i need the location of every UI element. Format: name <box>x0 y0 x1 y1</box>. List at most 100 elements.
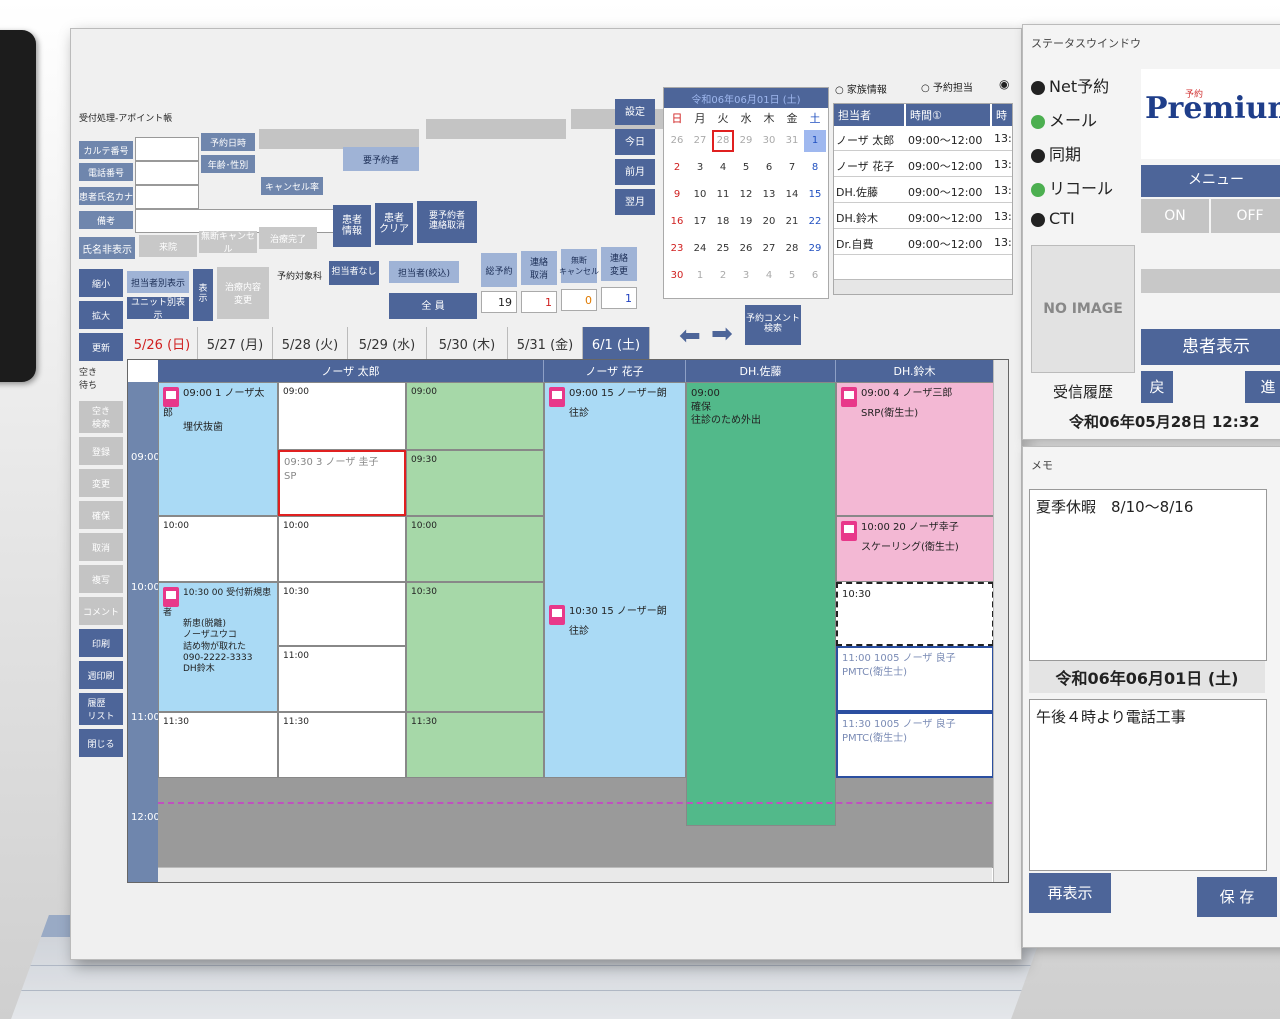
calendar-day[interactable]: 3 <box>689 157 711 179</box>
time-slot[interactable]: 10:00 <box>406 516 544 582</box>
sidebar-button-11[interactable]: 印刷 <box>79 629 123 657</box>
calendar-day[interactable]: 25 <box>712 238 734 260</box>
calendar-day[interactable]: 28 <box>712 130 734 152</box>
calendar-day[interactable]: 11 <box>712 184 734 206</box>
refresh-button[interactable]: 再表示 <box>1029 873 1111 913</box>
today-button[interactable]: 今日 <box>615 129 655 155</box>
care-patient-button[interactable]: 要予約者 <box>343 147 419 171</box>
prev-arrow-icon[interactable]: ⬅ <box>679 321 701 351</box>
sidebar-button-5[interactable]: 登録 <box>79 437 123 465</box>
time-slot[interactable]: 11:00 <box>278 646 406 712</box>
calendar-day[interactable]: 15 <box>804 184 826 206</box>
grid-vertical-scrollbar[interactable] <box>993 360 1008 882</box>
time-slot[interactable]: 11:30 <box>278 712 406 778</box>
appointment-block[interactable]: 09:00 4 ノーザ三郎 SRP(衛生士) <box>836 382 994 516</box>
sidebar-button-6[interactable]: 変更 <box>79 469 123 497</box>
sidebar-button-7[interactable]: 確保 <box>79 501 123 529</box>
appointment-block-selected[interactable]: 09:30 3 ノーザ 圭子 SP <box>278 450 406 516</box>
tab-date-5[interactable]: 5/31 (金) <box>508 327 583 359</box>
appointment-block[interactable]: 11:30 1005 ノーザ 良子 PMTC(衛生士) <box>836 712 994 778</box>
staff-row[interactable]: ノーザ 太郎 09:00～12:00 13: <box>834 128 1012 151</box>
calendar-day[interactable]: 31 <box>781 130 803 152</box>
sidebar-button-14[interactable]: 閉じる <box>79 729 123 757</box>
sidebar-button-0[interactable]: 縮小 <box>79 269 123 297</box>
tab-date-1[interactable]: 5/27 (月) <box>198 327 273 359</box>
chart-no-input[interactable] <box>135 137 199 161</box>
patient-info-button[interactable]: 患者 情報 <box>333 205 371 247</box>
sidebar-button-13[interactable]: 履歴 リスト <box>79 693 123 725</box>
sidebar-button-3[interactable]: 空き 待ち <box>79 365 123 397</box>
calendar-day[interactable]: 10 <box>689 184 711 206</box>
sidebar-button-10[interactable]: コメント <box>79 597 123 625</box>
time-slot[interactable]: 10:00 <box>158 516 278 582</box>
display-toggle-button[interactable]: 表 示 <box>193 269 213 321</box>
time-slot[interactable]: 11:30 <box>406 712 544 778</box>
calendar-day[interactable]: 30 <box>666 265 688 287</box>
staff-view-button[interactable]: 担当者別表示 <box>127 271 189 293</box>
booking-staff-radio[interactable]: ○ 予約担当 <box>921 79 973 94</box>
calendar-day[interactable]: 24 <box>689 238 711 260</box>
time-slot[interactable]: 11:30 <box>158 712 278 778</box>
no-show-cancel-button[interactable]: 無断キャンセル <box>199 231 257 255</box>
calendar-day[interactable]: 30 <box>758 130 780 152</box>
calendar-day[interactable]: 29 <box>804 238 826 260</box>
sidebar-button-1[interactable]: 拡大 <box>79 301 123 329</box>
settings-button[interactable]: 設定 <box>615 99 655 125</box>
sidebar-button-12[interactable]: 週印刷 <box>79 661 123 689</box>
calendar-day[interactable]: 2 <box>666 157 688 179</box>
save-button[interactable]: 保 存 <box>1197 877 1277 917</box>
calendar-day[interactable]: 27 <box>689 130 711 152</box>
grid-horizontal-scrollbar[interactable] <box>158 867 992 882</box>
back-button[interactable]: 戻 <box>1141 371 1173 403</box>
calendar-day[interactable]: 17 <box>689 211 711 233</box>
staff-table-hscroll[interactable] <box>834 279 1012 294</box>
staff-filter-select[interactable]: 全 員 <box>389 293 477 319</box>
staff-row[interactable]: DH.鈴木 09:00～12:00 13: <box>834 206 1012 229</box>
unit-view-button[interactable]: ユニット別表示 <box>127 297 189 321</box>
visit-button[interactable]: 来院 <box>139 235 197 257</box>
family-info-radio[interactable]: ○ 家族情報 <box>835 81 887 96</box>
appointment-block[interactable]: 10:00 20 ノーザ幸子 スケーリング(衛生士) <box>836 516 994 582</box>
treatment-change-button[interactable]: 治療内容 変更 <box>217 267 269 319</box>
empty-slot[interactable]: 10:30 <box>836 582 994 646</box>
calendar-day[interactable]: 6 <box>758 157 780 179</box>
on-button[interactable]: ON <box>1141 199 1209 233</box>
calendar-day[interactable]: 5 <box>781 265 803 287</box>
calendar-day[interactable]: 3 <box>735 265 757 287</box>
next-arrow-icon[interactable]: ➡ <box>711 319 733 349</box>
next-month-button[interactable]: 翌月 <box>615 189 655 215</box>
calendar-day[interactable]: 6 <box>804 265 826 287</box>
calendar-day[interactable]: 4 <box>712 157 734 179</box>
appointment-block[interactable]: 10:30 00 受付新規患者 新患(脱離) ノーザユウコ 詰め物が取れた 09… <box>158 582 278 712</box>
calendar-day[interactable]: 7 <box>781 157 803 179</box>
patient-clear-button[interactable]: 患者 クリア <box>375 203 413 245</box>
time-slot[interactable]: 09:00 <box>406 382 544 450</box>
kana-input[interactable] <box>135 185 199 209</box>
sidebar-button-2[interactable]: 更新 <box>79 333 123 361</box>
calendar-day[interactable]: 18 <box>712 211 734 233</box>
calendar-day[interactable]: 16 <box>666 211 688 233</box>
calendar-day[interactable]: 2 <box>712 265 734 287</box>
time-slot[interactable]: 10:00 <box>278 516 406 582</box>
blocked-time[interactable]: 09:00 確保 往診のため外出 <box>686 382 836 826</box>
name-hide-toggle[interactable]: 氏名非表示 <box>79 237 135 259</box>
calendar-day[interactable]: 12 <box>735 184 757 206</box>
radio-selected-icon[interactable]: ◉ <box>999 77 1009 91</box>
calendar-day[interactable]: 21 <box>781 211 803 233</box>
no-staff-button[interactable]: 担当者なし <box>329 261 379 285</box>
calendar-day[interactable]: 22 <box>804 211 826 233</box>
tab-date-6[interactable]: 6/1 (土) <box>583 327 650 359</box>
tab-date-3[interactable]: 5/29 (水) <box>348 327 427 359</box>
staff-row[interactable]: ノーザ 花子 09:00～12:00 13: <box>834 154 1012 177</box>
phone-input[interactable] <box>135 161 199 185</box>
calendar-day[interactable]: 26 <box>735 238 757 260</box>
time-slot[interactable]: 10:30 <box>406 582 544 712</box>
calendar-day[interactable]: 29 <box>735 130 757 152</box>
prev-month-button[interactable]: 前月 <box>615 159 655 185</box>
tab-date-2[interactable]: 5/28 (火) <box>273 327 348 359</box>
time-slot[interactable]: 10:30 <box>278 582 406 646</box>
time-slot[interactable]: 09:30 <box>406 450 544 516</box>
calendar-day[interactable]: 20 <box>758 211 780 233</box>
staff-row[interactable]: DH.佐藤 09:00～12:00 13: <box>834 180 1012 203</box>
appointment-block[interactable]: 09:00 1 ノーザ太郎 埋伏抜歯 <box>158 382 278 516</box>
